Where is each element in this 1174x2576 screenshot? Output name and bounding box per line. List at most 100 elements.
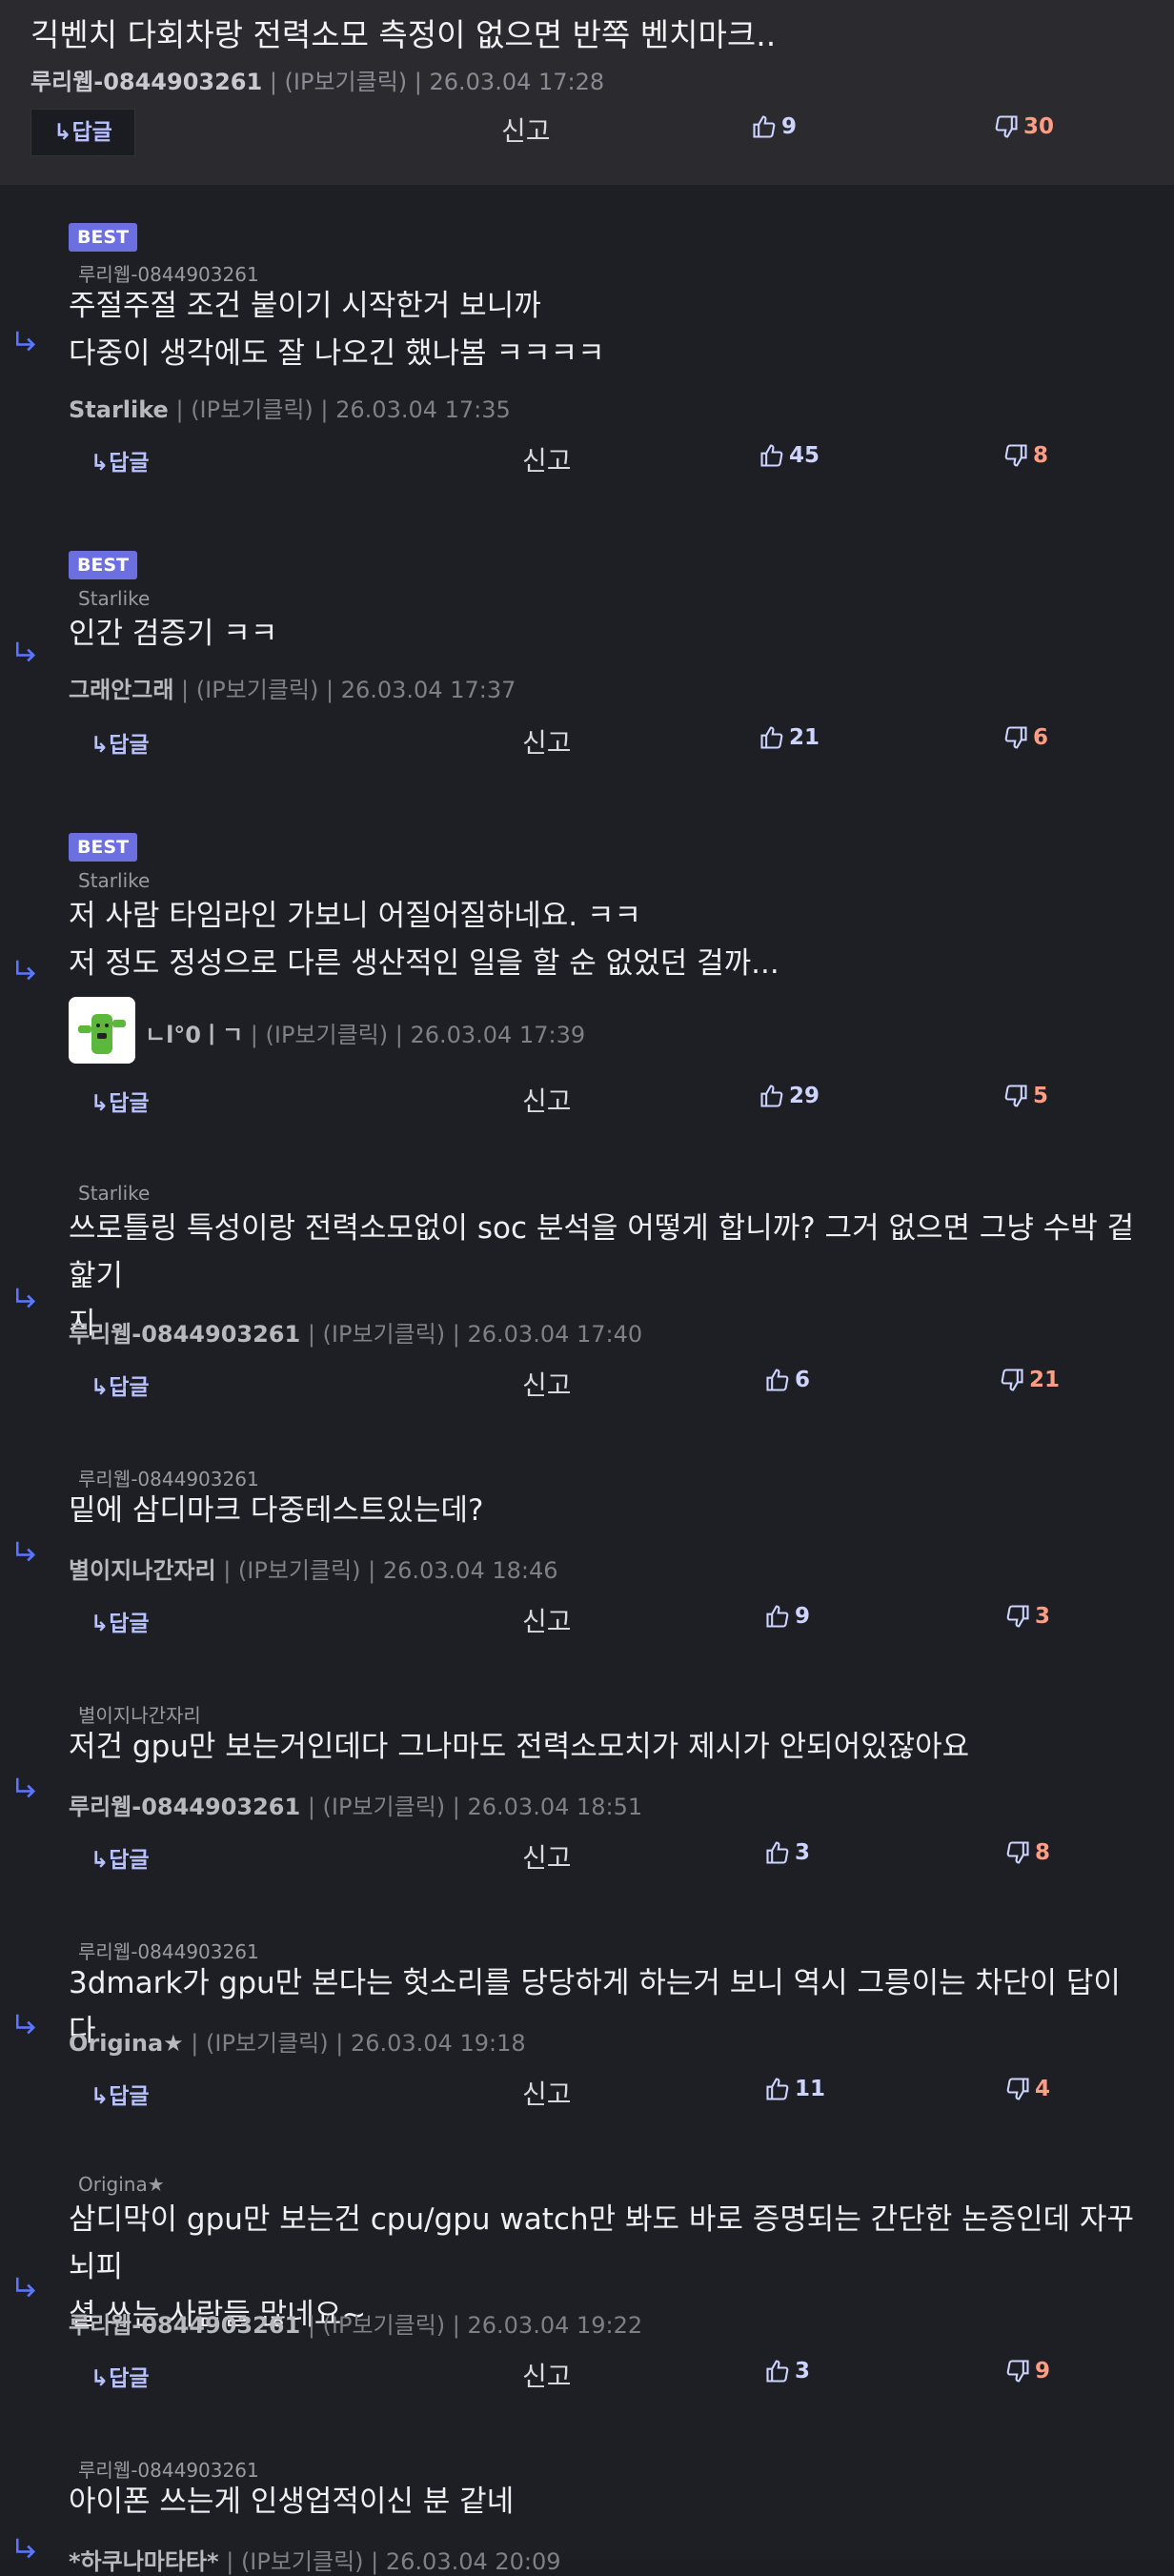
reply-button[interactable]: ↳답글 bbox=[30, 109, 135, 156]
upvote-count: 9 bbox=[795, 1604, 811, 1629]
report-button[interactable]: 신고 bbox=[522, 2074, 572, 2112]
report-button[interactable]: 신고 bbox=[522, 722, 572, 761]
comment-line: 아이폰 쓰는게 인생업적이신 분 같네 bbox=[69, 2485, 515, 2519]
reply-comment: 루리웹-0844903261 밑에 삼디마크 다중테스트있는데? 별이지나간자리… bbox=[0, 1437, 1174, 1675]
upvote-count: 45 bbox=[789, 443, 820, 468]
reply-button[interactable]: ↳답글 bbox=[91, 2078, 150, 2110]
upvote-button[interactable]: 9 bbox=[751, 113, 797, 140]
report-button[interactable]: 신고 bbox=[522, 1365, 572, 1403]
reply-arrow-icon bbox=[16, 641, 35, 662]
comment-text: 저건 gpu만 보는거인데다 그나마도 전력소모치가 제시가 안되어있잖아요 bbox=[69, 1723, 1145, 1771]
avatar[interactable] bbox=[69, 997, 135, 1064]
comment-author[interactable]: 그래안그래 bbox=[69, 677, 173, 703]
downvote-button[interactable]: 9 bbox=[1004, 2358, 1050, 2384]
downvote-count: 3 bbox=[1035, 1604, 1051, 1629]
comment-text: 밑에 삼디마크 다중테스트있는데? bbox=[69, 1487, 1145, 1534]
thumbs-up-icon bbox=[766, 2078, 789, 2100]
downvote-button[interactable]: 6 bbox=[1002, 724, 1048, 751]
reply-arrow-icon bbox=[16, 331, 35, 352]
comment-text: 주절주절 조건 붙이기 시작한거 보니까 다중이 생각에도 잘 나오긴 했나봄 … bbox=[69, 282, 1145, 377]
comment-meta: 루리웹-0844903261 | (IP보기클릭) | 26.03.04 18:… bbox=[69, 1788, 642, 1821]
comment-meta-info: | (IP보기클릭) | 26.03.04 17:40 bbox=[300, 1321, 643, 1348]
reply-button[interactable]: ↳답글 bbox=[91, 726, 150, 759]
reply-comment: BEST 루리웹-0844903261 주절주절 조건 붙이기 시작한거 보니까… bbox=[0, 185, 1174, 517]
report-button[interactable]: 신고 bbox=[522, 1081, 572, 1119]
report-button[interactable]: 신고 bbox=[522, 2356, 572, 2394]
upvote-count: 21 bbox=[789, 725, 820, 750]
thumbs-up-icon bbox=[760, 1085, 783, 1107]
upvote-button[interactable]: 9 bbox=[764, 1603, 810, 1630]
comment-line: 다중이 생각에도 잘 나오긴 했나봄 ㅋㅋㅋㅋ bbox=[69, 336, 605, 371]
thumbs-down-icon bbox=[1004, 444, 1027, 467]
upvote-button[interactable]: 3 bbox=[764, 2358, 810, 2384]
upvote-button[interactable]: 11 bbox=[764, 2076, 825, 2102]
thumbs-down-icon bbox=[1004, 1085, 1027, 1107]
downvote-count: 9 bbox=[1035, 2359, 1051, 2383]
comment-author[interactable]: 루리웹-0844903261 bbox=[69, 1321, 300, 1348]
comment-author[interactable]: 루리웹-0844903261 bbox=[69, 1794, 300, 1820]
comment-line: 저 정도 정성으로 다른 생산적인 일을 할 순 없었던 걸까... bbox=[69, 946, 779, 981]
thumbs-up-icon bbox=[760, 444, 783, 467]
downvote-count: 8 bbox=[1035, 1840, 1051, 1865]
parent-author: Starlike bbox=[78, 869, 151, 892]
reply-button[interactable]: ↳답글 bbox=[91, 1841, 150, 1874]
comment-meta: 루리웹-0844903261 | (IP보기클릭) | 26.03.04 17:… bbox=[30, 63, 604, 96]
upvote-count: 6 bbox=[795, 1368, 811, 1392]
comment-author[interactable]: Starlike bbox=[69, 396, 169, 423]
comment-author[interactable]: 별이지나간자리 bbox=[69, 1557, 216, 1584]
upvote-button[interactable]: 6 bbox=[764, 1367, 810, 1393]
comment-author[interactable]: Origina★ bbox=[69, 2030, 184, 2057]
report-button[interactable]: 신고 bbox=[501, 111, 551, 149]
upvote-count: 9 bbox=[781, 114, 798, 139]
comment-line: 밑에 삼디마크 다중테스트있는데? bbox=[69, 1493, 484, 1528]
downvote-button[interactable]: 5 bbox=[1002, 1083, 1048, 1109]
upvote-button[interactable]: 45 bbox=[759, 442, 820, 469]
thumbs-down-icon bbox=[1006, 2078, 1029, 2100]
reply-comment: 루리웹-0844903261 3dmark가 gpu만 본다는 헛소리를 당당하… bbox=[0, 1910, 1174, 2148]
downvote-count: 21 bbox=[1029, 1368, 1061, 1392]
thumbs-up-icon bbox=[766, 2360, 789, 2383]
upvote-count: 3 bbox=[795, 1840, 811, 1865]
comment-meta-info: | (IP보기클릭) | 26.03.04 20:09 bbox=[218, 2548, 561, 2575]
comment-meta: 루리웹-0844903261 | (IP보기클릭) | 26.03.04 19:… bbox=[69, 2306, 642, 2340]
downvote-button[interactable]: 3 bbox=[1004, 1603, 1050, 1630]
best-badge: BEST bbox=[69, 223, 137, 252]
best-badge: BEST bbox=[69, 833, 137, 862]
upvote-button[interactable]: 3 bbox=[764, 1839, 810, 1866]
thumbs-up-icon bbox=[753, 115, 776, 138]
comment-author[interactable]: ㄴl°0ㅣㄱ bbox=[145, 1022, 243, 1048]
reply-button[interactable]: ↳답글 bbox=[91, 1369, 150, 1401]
thumbs-up-icon bbox=[766, 1369, 789, 1391]
report-button[interactable]: 신고 bbox=[522, 1837, 572, 1876]
reply-arrow-icon bbox=[16, 1541, 35, 1562]
downvote-button[interactable]: 8 bbox=[1004, 1839, 1050, 1866]
reply-arrow-icon bbox=[16, 1777, 35, 1798]
downvote-count: 6 bbox=[1033, 725, 1049, 750]
upvote-button[interactable]: 21 bbox=[759, 724, 820, 751]
reply-button[interactable]: ↳답글 bbox=[91, 444, 150, 477]
best-badge: BEST bbox=[69, 551, 137, 579]
reply-button[interactable]: ↳답글 bbox=[91, 1605, 150, 1637]
downvote-button[interactable]: 8 bbox=[1002, 442, 1048, 469]
upvote-button[interactable]: 29 bbox=[759, 1083, 820, 1109]
thumbs-up-icon bbox=[760, 726, 783, 749]
thumbs-up-icon bbox=[766, 1841, 789, 1864]
parent-author: Starlike bbox=[78, 1182, 151, 1205]
parent-author: Origina★ bbox=[78, 2173, 165, 2196]
downvote-button[interactable]: 21 bbox=[999, 1367, 1060, 1393]
reply-button[interactable]: ↳답글 bbox=[91, 1085, 150, 1117]
comment-line: 주절주절 조건 붙이기 시작한거 보니까 bbox=[69, 289, 541, 323]
comment-author[interactable]: 루리웹-0844903261 bbox=[30, 69, 262, 95]
report-button[interactable]: 신고 bbox=[522, 440, 572, 478]
comment-author[interactable]: 루리웹-0844903261 bbox=[69, 2312, 300, 2339]
thumbs-down-icon bbox=[1006, 2360, 1029, 2383]
downvote-button[interactable]: 4 bbox=[1004, 2076, 1050, 2102]
reply-button[interactable]: ↳답글 bbox=[91, 2360, 150, 2392]
downvote-button[interactable]: 30 bbox=[993, 113, 1054, 140]
report-button[interactable]: 신고 bbox=[522, 1601, 572, 1639]
top-comment: 긱벤치 다회차랑 전력소모 측정이 없으면 반쪽 벤치마크.. 루리웹-0844… bbox=[0, 0, 1174, 186]
reply-comment: 루리웹-0844903261 아이폰 쓰는게 인생업적이신 분 같네 *하쿠나마… bbox=[0, 2428, 1174, 2575]
comment-line: 저건 gpu만 보는거인데다 그나마도 전력소모치가 제시가 안되어있잖아요 bbox=[69, 1730, 970, 1764]
reply-arrow-icon bbox=[16, 2277, 35, 2298]
comment-author[interactable]: *하쿠나마타타* bbox=[69, 2548, 219, 2575]
